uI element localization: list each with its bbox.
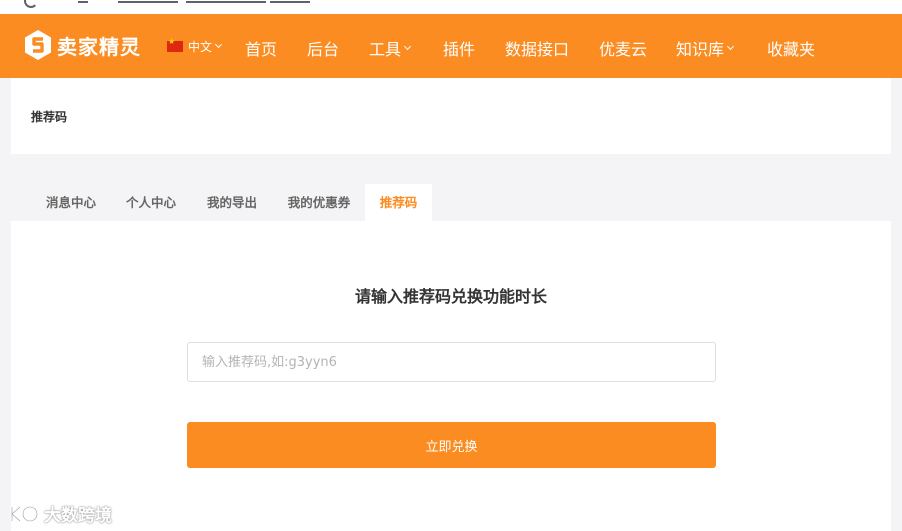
url-fragment: [78, 0, 88, 3]
watermark-logo-icon: [10, 505, 39, 522]
watermark: 大数跨境: [8, 501, 112, 526]
brand-name: 卖家精灵: [57, 34, 141, 59]
nav-label: 数据接口: [505, 40, 570, 59]
url-fragment: [270, 0, 310, 3]
reload-icon[interactable]: [24, 0, 38, 8]
nav-item-tools[interactable]: 工具: [369, 36, 412, 60]
referral-code-input[interactable]: [187, 342, 716, 382]
nav-item-plugins[interactable]: 插件: [443, 36, 475, 60]
watermark-text: 大数跨境: [44, 506, 112, 526]
nav-label: 工具: [369, 40, 402, 59]
nav-label: 知识库: [676, 40, 725, 59]
nav-label: 收藏夹: [767, 40, 816, 59]
nav-item-home[interactable]: 首页: [245, 36, 277, 60]
tab-my-coupons[interactable]: 我的优惠券: [273, 184, 365, 221]
redeem-now-button[interactable]: 立即兑换: [187, 422, 716, 468]
nav-item-data-api[interactable]: 数据接口: [505, 36, 569, 60]
url-fragment: [118, 0, 178, 3]
chevron-down-icon: [403, 42, 412, 50]
tab-my-exports[interactable]: 我的导出: [191, 184, 273, 221]
page-header-card: 推荐码: [11, 78, 891, 154]
logo-icon: [25, 30, 51, 60]
tab-referral-code[interactable]: 推荐码: [365, 184, 432, 221]
chevron-down-icon: [214, 40, 223, 49]
top-navigation-bar: 卖家精灵 中文 首页 后台 工具 插件 数据接口 优麦云 知识库 收藏夹: [0, 14, 902, 78]
url-fragment: [186, 0, 266, 3]
nav-item-favorites[interactable]: 收藏夹: [767, 36, 815, 60]
brand-logo[interactable]: 卖家精灵: [24, 28, 141, 62]
nav-item-backend[interactable]: 后台: [307, 36, 339, 60]
nav-item-youmaiyun[interactable]: 优麦云: [599, 36, 647, 60]
nav-label: 后台: [307, 40, 340, 59]
redeem-heading: 请输入推荐码兑换功能时长: [354, 287, 547, 306]
nav-label: 优麦云: [599, 40, 648, 59]
chevron-down-icon: [726, 42, 735, 50]
language-label: 中文: [188, 40, 213, 54]
referral-redeem-panel: 请输入推荐码兑换功能时长 立即兑换: [11, 221, 891, 531]
page-title: 推荐码: [31, 110, 68, 124]
tab-personal-center[interactable]: 个人中心: [111, 184, 191, 221]
language-selector[interactable]: 中文: [167, 37, 223, 55]
cn-flag-icon: [167, 37, 183, 52]
nav-label: 插件: [443, 40, 476, 59]
browser-toolbar-strip: [0, 0, 902, 14]
nav-item-knowledge-base[interactable]: 知识库: [676, 36, 735, 60]
nav-label: 首页: [245, 40, 278, 59]
